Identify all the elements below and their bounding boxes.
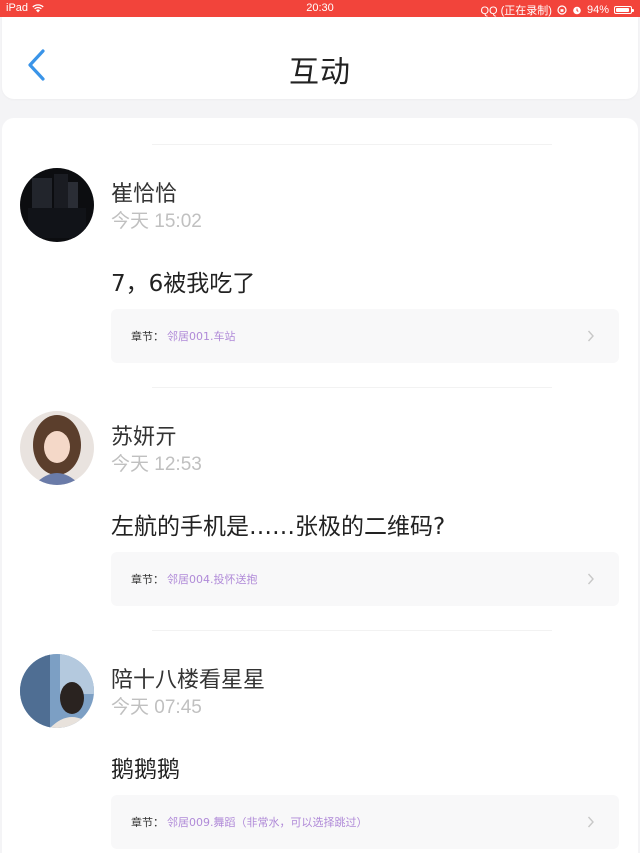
- list-item: 陪十八楼看星星 今天 07:45 鹅鹅鹅 章节： 邻居009.舞蹈（非常水，可以…: [2, 604, 638, 849]
- chapter-link[interactable]: 章节： 邻居009.舞蹈（非常水，可以选择跳过）: [111, 795, 619, 849]
- alarm-icon: [573, 6, 581, 15]
- avatar-image: [20, 654, 94, 728]
- username[interactable]: 崔恰恰: [111, 176, 177, 208]
- post-time: 今天 12:53: [111, 454, 202, 475]
- avatar[interactable]: [20, 654, 94, 728]
- app-status-text: QQ (正在录制): [480, 5, 552, 17]
- post-time: 今天 07:45: [111, 697, 202, 718]
- username[interactable]: 陪十八楼看星星: [111, 662, 265, 694]
- avatar[interactable]: [20, 168, 94, 242]
- page-title: 互动: [289, 55, 351, 90]
- chapter-label: 章节：: [131, 573, 164, 586]
- chapter-label: 章节：: [131, 816, 164, 829]
- avatar[interactable]: [20, 411, 94, 485]
- chapter-value: 邻居009.舞蹈（非常水，可以选择跳过）: [167, 816, 368, 829]
- chapter-link[interactable]: 章节： 邻居004.投怀送抱: [111, 552, 619, 606]
- comment-text: 左航的手机是……张极的二维码?: [111, 514, 446, 540]
- avatar-image: [20, 168, 94, 242]
- chapter-label: 章节：: [131, 330, 164, 343]
- username[interactable]: 苏妍亓: [111, 419, 177, 451]
- nav-header: 互动: [2, 17, 638, 99]
- battery-fill: [616, 8, 630, 12]
- avatar-image: [20, 411, 94, 485]
- chevron-right-icon: [587, 573, 594, 585]
- post-time: 今天 15:02: [111, 211, 202, 232]
- chevron-right-icon: [587, 816, 594, 828]
- list-item: 苏妍亓 今天 12:53 左航的手机是……张极的二维码? 章节： 邻居004.投…: [2, 361, 638, 606]
- status-bar: iPad 20:30 QQ (正在录制) 94%: [0, 0, 640, 17]
- chevron-right-icon: [587, 330, 594, 342]
- battery-percent: 94%: [586, 4, 609, 16]
- interaction-feed: 崔恰恰 今天 15:02 7，6被我吃了 章节： 邻居001.车站 苏妍亓 今天…: [2, 118, 638, 853]
- comment-text: 鹅鹅鹅: [111, 757, 180, 783]
- status-right: QQ (正在录制) 94%: [480, 2, 634, 18]
- chapter-value: 邻居004.投怀送抱: [167, 573, 258, 586]
- lock-rotation-icon: [557, 5, 567, 15]
- battery-icon: [614, 6, 634, 14]
- chapter-value: 邻居001.车站: [167, 330, 236, 343]
- comment-text: 7，6被我吃了: [111, 271, 256, 297]
- chapter-link[interactable]: 章节： 邻居001.车站: [111, 309, 619, 363]
- list-item: 崔恰恰 今天 15:02 7，6被我吃了 章节： 邻居001.车站: [2, 118, 638, 363]
